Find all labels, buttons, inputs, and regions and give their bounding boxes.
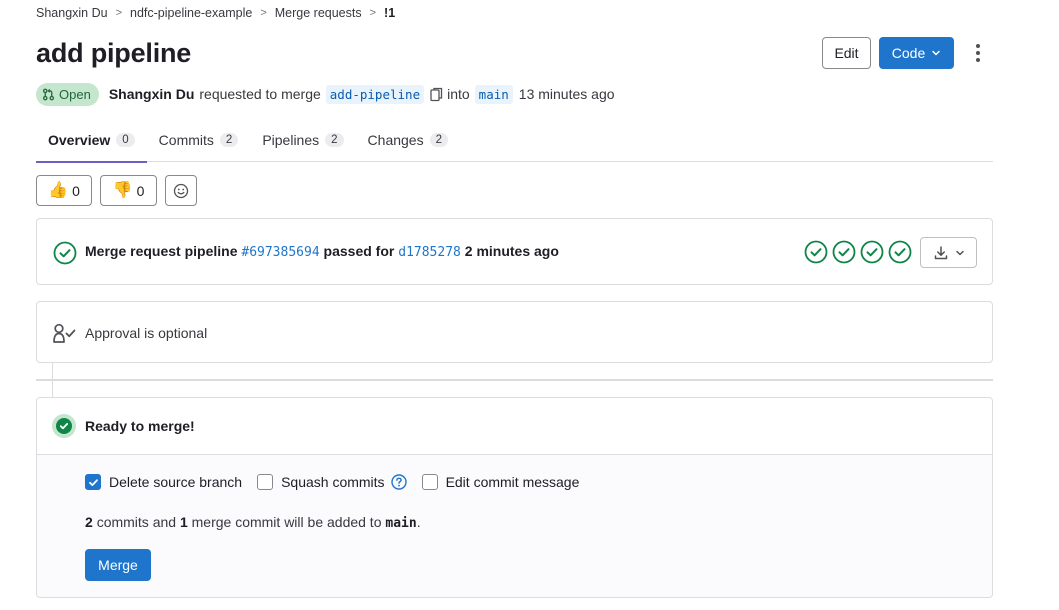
edit-commit-message-label: Edit commit message: [445, 474, 580, 490]
breadcrumb-item-current[interactable]: !1: [384, 6, 395, 20]
pipeline-prefix: Merge request pipeline: [85, 243, 238, 259]
breadcrumb-item-project[interactable]: ndfc-pipeline-example: [130, 6, 252, 20]
approval-icon: [51, 322, 79, 347]
tab-count-badge: 2: [219, 133, 239, 147]
stage-passed-icon[interactable]: [888, 240, 912, 264]
approval-widget: Approval is optional: [36, 301, 993, 363]
delete-source-branch-checkbox[interactable]: [85, 474, 101, 490]
tab-commits[interactable]: Commits 2: [147, 118, 251, 162]
squash-commits-option[interactable]: Squash commits: [257, 474, 385, 490]
breadcrumb: Shangxin Du > ndfc-pipeline-example > Me…: [36, 5, 395, 21]
breadcrumb-item-merge-requests[interactable]: Merge requests: [275, 6, 362, 20]
edit-button[interactable]: Edit: [822, 37, 871, 69]
pipeline-passed-for: passed for: [323, 243, 395, 259]
merge-request-icon: [42, 88, 55, 101]
edit-commit-message-option[interactable]: Edit commit message: [421, 474, 580, 490]
merge-options: Delete source branch Squash commits Edit…: [85, 474, 594, 490]
pipeline-id-link[interactable]: #697385694: [241, 245, 319, 260]
merge-commit-count: 1: [179, 514, 188, 530]
merge-button-label: Merge: [98, 557, 138, 573]
smiley-icon: [173, 183, 189, 199]
download-icon: [933, 245, 949, 261]
more-actions-icon[interactable]: [968, 40, 988, 66]
delete-source-branch-option[interactable]: Delete source branch: [85, 474, 242, 490]
merge-widget-header: Ready to merge!: [37, 398, 992, 455]
tab-label: Changes: [367, 132, 424, 148]
breadcrumb-separator-icon: >: [115, 7, 123, 19]
tab-label: Pipelines: [262, 132, 320, 148]
status-badge-label: Open: [59, 86, 91, 102]
thumbsup-count: 0: [72, 182, 80, 199]
merge-commits-info: 2 commits and 1 merge commit will be add…: [85, 514, 421, 531]
pipeline-time: 2 minutes ago: [464, 243, 559, 259]
merge-widget-body: Delete source branch Squash commits Edit…: [37, 455, 992, 597]
merge-widget: Ready to merge! Delete source branch Squ…: [36, 397, 993, 598]
code-dropdown-button[interactable]: Code: [879, 37, 954, 69]
page-title: add pipeline: [36, 38, 192, 68]
author-link[interactable]: Shangxin Du: [109, 86, 195, 102]
tab-label: Overview: [48, 132, 111, 148]
merge-button[interactable]: Merge: [85, 549, 151, 581]
merge-request-meta: Open Shangxin Du requested to merge add-…: [36, 82, 615, 106]
tab-count-badge: 2: [429, 133, 448, 147]
commits-text: commits and: [96, 514, 177, 530]
stage-passed-icon[interactable]: [804, 240, 828, 264]
thumbsup-icon: 👍: [48, 181, 69, 199]
delete-source-branch-label: Delete source branch: [109, 474, 243, 490]
meta-time: 13 minutes ago: [518, 86, 615, 102]
pipeline-status-text: Merge request pipeline #697385694 passed…: [85, 243, 559, 260]
merge-request-tabs: Overview 0 Commits 2 Pipelines 2 Changes…: [36, 118, 993, 163]
tab-overview[interactable]: Overview 0: [36, 118, 147, 163]
approval-text: Approval is optional: [85, 325, 208, 341]
pipeline-passed-icon[interactable]: [53, 241, 77, 268]
commit-sha-link[interactable]: d1785278: [398, 245, 461, 260]
add-reaction-button[interactable]: [165, 175, 197, 206]
breadcrumb-item-user[interactable]: Shangxin Du: [36, 6, 108, 20]
thumbsdown-icon: 👎: [112, 181, 133, 199]
edit-button-label: Edit: [834, 45, 859, 61]
target-branch-name: main: [385, 516, 417, 531]
meta-action-text: requested to merge: [199, 86, 321, 102]
help-icon[interactable]: [390, 474, 407, 490]
pipeline-widget: Merge request pipeline #697385694 passed…: [36, 218, 993, 285]
squash-commits-label: Squash commits: [281, 474, 385, 490]
meta-into-text: into: [447, 86, 470, 102]
ready-to-merge-icon: [52, 414, 76, 441]
commits-count: 2: [85, 514, 93, 530]
stage-passed-icon[interactable]: [860, 240, 884, 264]
info-end: .: [416, 514, 421, 530]
chevron-down-icon: [955, 248, 965, 258]
pipeline-stages: [804, 240, 912, 264]
section-divider: [36, 379, 993, 381]
target-branch-link[interactable]: main: [474, 84, 513, 104]
tab-changes[interactable]: Changes 2: [356, 118, 460, 162]
thumbsdown-award-button[interactable]: 👎 0: [100, 175, 157, 206]
copy-icon[interactable]: [430, 87, 443, 102]
tab-label: Commits: [158, 132, 214, 148]
merge-commit-text: merge commit will be added to: [191, 514, 382, 530]
tab-pipelines[interactable]: Pipelines 2: [250, 118, 355, 162]
stage-passed-icon[interactable]: [832, 240, 856, 264]
source-branch-link[interactable]: add-pipeline: [325, 84, 425, 104]
download-artifacts-button[interactable]: [920, 237, 977, 268]
breadcrumb-separator-icon: >: [369, 7, 377, 19]
edit-commit-message-checkbox[interactable]: [421, 474, 438, 490]
thumbsup-award-button[interactable]: 👍 0: [36, 175, 92, 206]
thumbsdown-count: 0: [136, 182, 145, 199]
breadcrumb-separator-icon: >: [260, 7, 267, 19]
status-badge: Open: [36, 82, 99, 106]
squash-commits-checkbox[interactable]: [257, 474, 274, 490]
tab-count-badge: 2: [325, 133, 344, 147]
tab-count-badge: 0: [116, 133, 135, 147]
code-button-label: Code: [891, 45, 926, 61]
chevron-down-icon: [931, 48, 941, 58]
ready-to-merge-text: Ready to merge!: [85, 418, 195, 434]
